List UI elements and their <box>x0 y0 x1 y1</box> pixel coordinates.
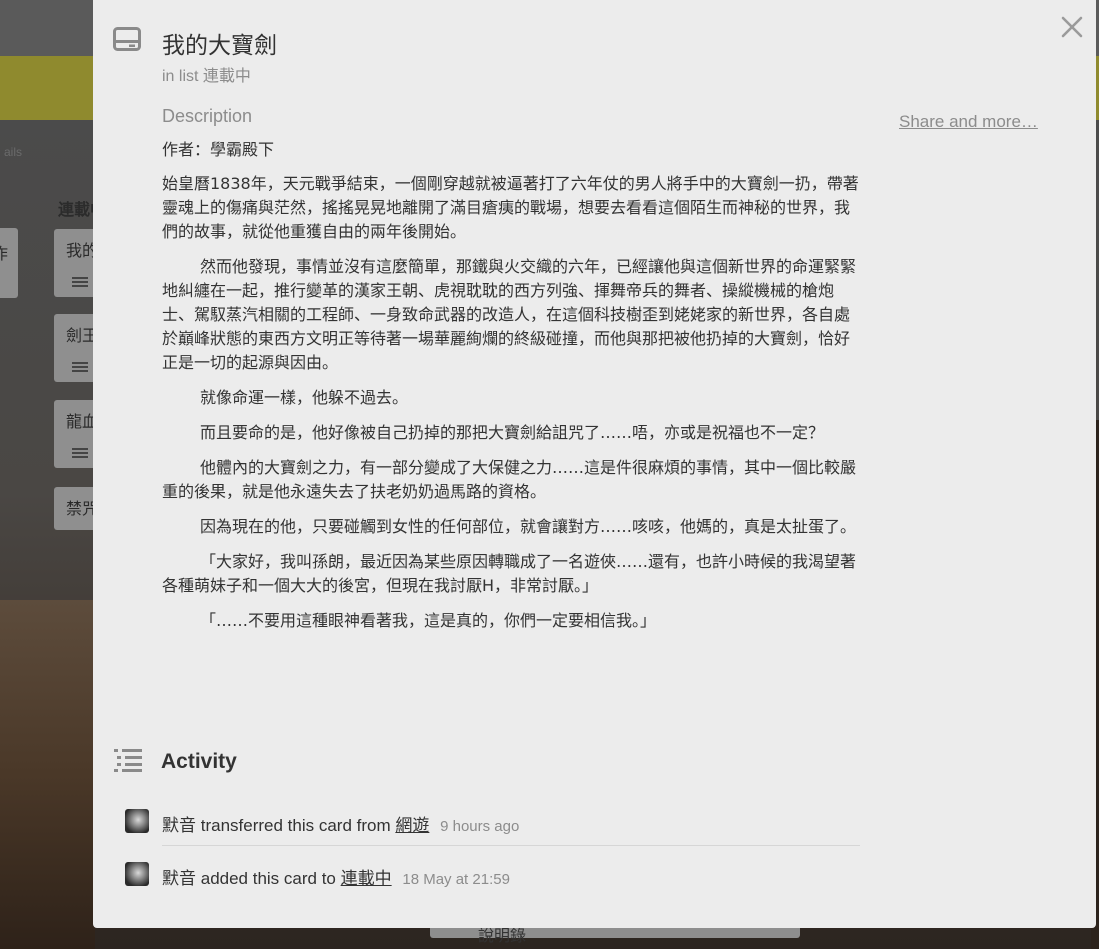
board-faint-text: ails <box>4 145 23 159</box>
board-list-title[interactable]: 連載中 <box>58 196 94 220</box>
activity-action: added this card to <box>200 869 336 888</box>
board-left-card[interactable]: 作 <box>0 228 18 298</box>
in-list-prefix: in list <box>162 68 199 85</box>
board-card-title: 禁咒 <box>66 501 98 518</box>
activity-divider <box>162 845 860 846</box>
activity-target-link[interactable]: 網遊 <box>395 816 429 835</box>
activity-time[interactable]: 18 May at 21:59 <box>402 871 510 888</box>
description-icon <box>72 448 88 458</box>
description-paragraph: 始皇曆1838年，天元戰爭結束，一個剛穿越就被逼著打了六年仗的男人將手中的大寶劍… <box>162 174 859 241</box>
description-paragraph: 作者：學霸殿下 <box>162 140 275 159</box>
activity-title: Activity <box>161 750 237 773</box>
board-card[interactable]: 我的 <box>54 229 98 297</box>
description-paragraph: 而且要命的是，他好像被自己扔掉的那把大寶劍給詛咒了……唔，亦或是祝福也不一定？ <box>200 423 825 442</box>
board-left-card-label: 作 <box>0 246 9 263</box>
description-paragraph: 他體內的大寶劍之力，有一部分變成了大保健之力……這是件很麻煩的事情，其中一個比較… <box>162 458 857 501</box>
activity-action: transferred this card from <box>200 816 391 835</box>
share-and-more-link[interactable]: Share and more… <box>899 112 1038 132</box>
activity-text: 默音 transferred this card from 網遊 9 hours… <box>162 811 519 836</box>
description-paragraph: 「……不要用這種眼神看著我，這是真的，你們一定要相信我。」 <box>200 611 657 630</box>
board-card-title: 龍血 <box>66 414 98 431</box>
description-paragraph: 「大家好，我叫孫朗，最近因為某些原因轉職成了一名遊俠……還有，也許小時候的我渴望… <box>162 552 857 595</box>
description-paragraph: 然而他發現，事情並沒有這麼簡單，那鐵與火交織的六年，已經讓他與這個新世界的命運緊… <box>162 257 857 372</box>
activity-list-icon <box>114 749 142 772</box>
activity-text: 默音 added this card to 連載中 18 May at 21:5… <box>162 864 510 889</box>
board-background-image <box>0 600 95 949</box>
card-detail-modal: 我的大寶劍 in list 連載中 Share and more… Descri… <box>93 0 1096 928</box>
description-paragraph: 就像命運一樣，他躲不過去。 <box>200 388 409 407</box>
card-list-info: in list 連載中 <box>162 62 251 86</box>
activity-target-link[interactable]: 連載中 <box>341 869 392 888</box>
list-name-link[interactable]: 連載中 <box>203 68 251 85</box>
activity-user[interactable]: 默音 <box>162 816 196 835</box>
description-icon <box>72 362 88 372</box>
description-label: Description <box>162 106 253 126</box>
description-paragraph: 因為現在的他，只要碰觸到女性的任何部位，就會讓對方……咳咳，他媽的，真是太扯蛋了… <box>200 517 857 536</box>
avatar[interactable] <box>125 862 149 886</box>
description-icon <box>72 277 88 287</box>
activity-user[interactable]: 默音 <box>162 869 196 888</box>
card-icon <box>113 27 141 51</box>
close-icon[interactable] <box>1059 14 1085 40</box>
card-title[interactable]: 我的大寶劍 <box>162 26 277 60</box>
board-card[interactable]: 劍王 <box>54 314 98 382</box>
board-card-title: 我的 <box>66 243 98 260</box>
avatar[interactable] <box>125 809 149 833</box>
board-card-title: 劍王 <box>66 328 98 345</box>
description-body[interactable]: 作者：學霸殿下 始皇曆1838年，天元戰爭結束，一個剛穿越就被逼著打了六年仗的男… <box>162 138 862 644</box>
board-card[interactable]: 禁咒 <box>54 487 98 530</box>
board-card[interactable]: 龍血 <box>54 400 98 468</box>
activity-time[interactable]: 9 hours ago <box>440 818 519 835</box>
